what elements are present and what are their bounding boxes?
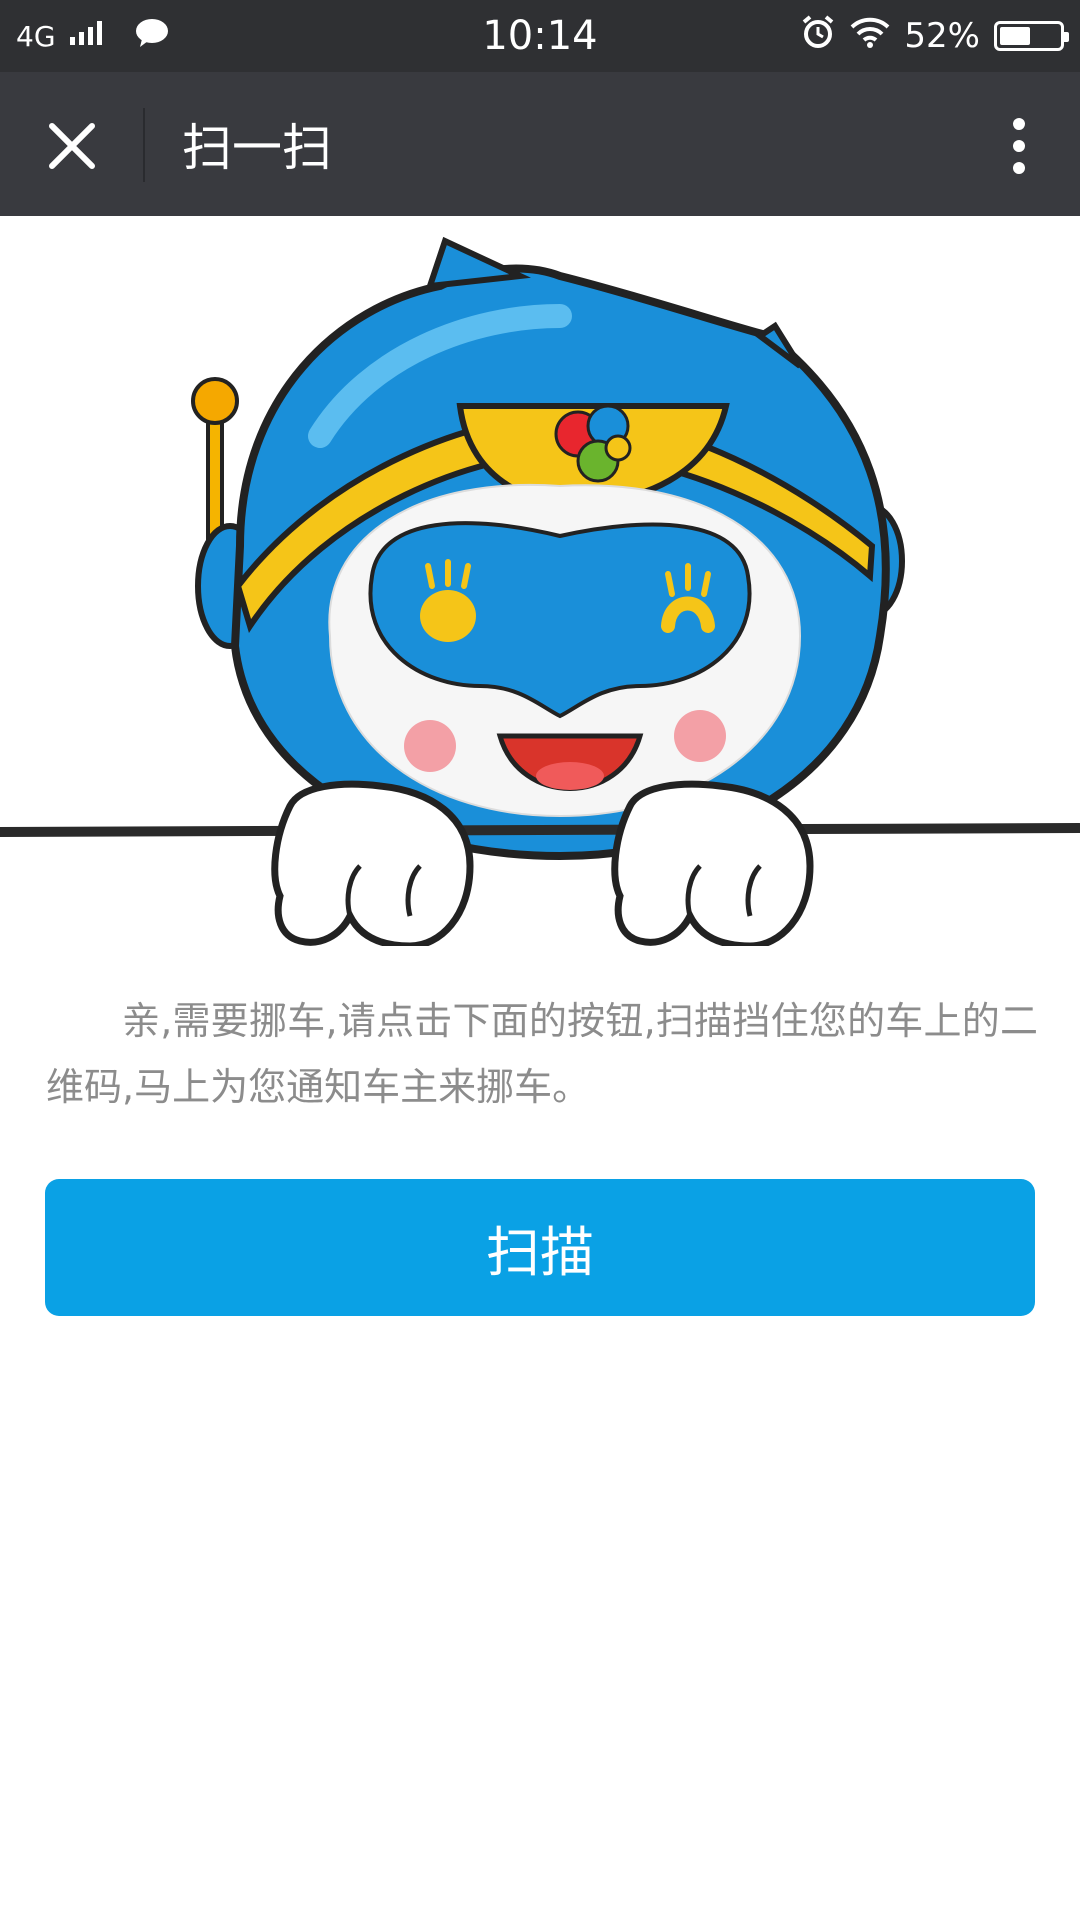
close-button[interactable] bbox=[30, 104, 114, 188]
battery-icon bbox=[994, 21, 1069, 51]
page-title: 扫一扫 bbox=[182, 119, 332, 177]
close-icon bbox=[49, 123, 95, 169]
left-eye bbox=[420, 590, 476, 642]
more-button[interactable] bbox=[984, 104, 1054, 188]
left-hand bbox=[271, 780, 474, 950]
right-cheek bbox=[674, 710, 726, 762]
status-bar: 4G 10:14 52% bbox=[0, 0, 1080, 72]
alarm-icon bbox=[800, 14, 836, 59]
instruction-text: 亲,需要挪车,请点击下面的按钮,扫描挡住您的车上的二维码,马上为您通知车主来挪车… bbox=[46, 999, 1038, 1109]
nav-bar: 扫一扫 bbox=[0, 72, 1080, 216]
nav-divider bbox=[143, 108, 145, 182]
hair-spike-left bbox=[425, 236, 531, 290]
status-right: 52% bbox=[800, 0, 1069, 72]
table-edge bbox=[0, 823, 1080, 837]
battery-level bbox=[1000, 27, 1030, 45]
status-left: 4G bbox=[16, 0, 170, 72]
right-hand bbox=[611, 780, 814, 950]
signal-icon bbox=[68, 19, 108, 54]
wechat-message-icon bbox=[134, 17, 170, 56]
scan-button[interactable]: 扫描 bbox=[45, 1179, 1035, 1316]
more-vertical-icon bbox=[1013, 118, 1025, 174]
network-type: 4G bbox=[16, 19, 56, 53]
battery-percent: 52% bbox=[904, 16, 980, 56]
left-cheek bbox=[404, 720, 456, 772]
tongue bbox=[536, 762, 604, 790]
mascot-illustration bbox=[0, 216, 1080, 950]
wifi-icon bbox=[850, 16, 890, 57]
antenna-ball bbox=[191, 377, 239, 425]
